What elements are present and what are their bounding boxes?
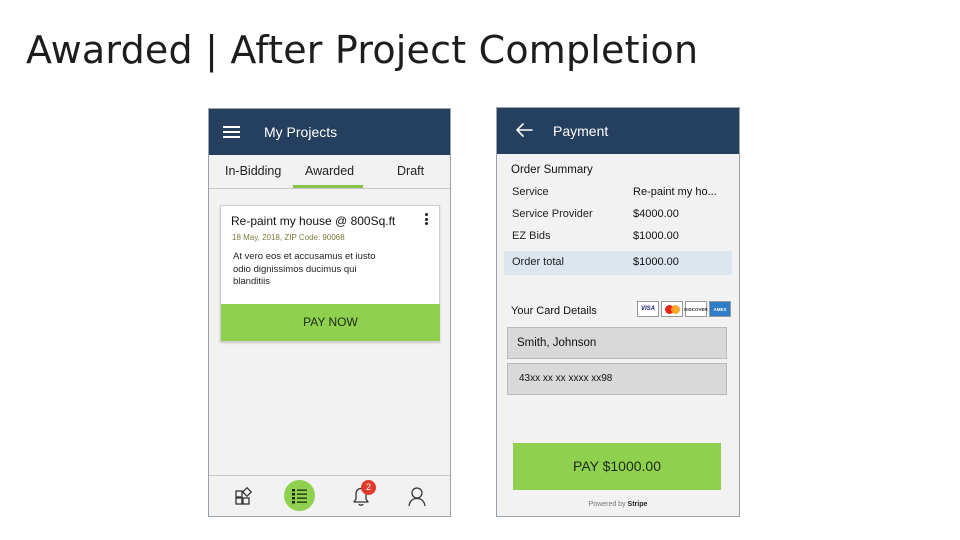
- slide-title: Awarded | After Project Completion: [26, 28, 699, 72]
- service-provider-value: $4000.00: [633, 208, 679, 220]
- card-logos: VISA DISCOVER AMEX: [637, 301, 731, 319]
- app-bar: Payment: [497, 108, 739, 154]
- hamburger-menu-icon[interactable]: [223, 126, 240, 138]
- project-tabs: In-Bidding Awarded Draft: [209, 155, 450, 189]
- amex-logo: AMEX: [709, 301, 731, 317]
- project-description: At vero eos et accusamus et iusto odio d…: [233, 251, 376, 287]
- discover-logo: DISCOVER: [684, 301, 708, 317]
- card-details-heading: Your Card Details: [511, 305, 597, 317]
- powered-by-label: Powered by: [588, 501, 626, 508]
- bottom-navigation: 2: [209, 475, 450, 516]
- mastercard-logo: [661, 301, 683, 317]
- tab-awarded[interactable]: Awarded: [305, 164, 354, 178]
- tab-draft[interactable]: Draft: [397, 164, 424, 178]
- visa-logo: VISA: [637, 301, 659, 317]
- pay-button[interactable]: PAY $1000.00: [513, 443, 721, 490]
- service-label: Service: [512, 186, 549, 198]
- bell-icon[interactable]: 2: [348, 480, 376, 509]
- project-meta: 18 May, 2018, ZIP Code: 90068: [232, 233, 345, 242]
- order-summary-heading: Order Summary: [511, 164, 593, 176]
- service-provider-label: Service Provider: [512, 208, 593, 220]
- ez-bids-value: $1000.00: [633, 230, 679, 242]
- back-arrow-icon[interactable]: [513, 120, 535, 140]
- ez-bids-label: EZ Bids: [512, 230, 551, 242]
- service-value: Re-paint my ho...: [633, 186, 717, 198]
- dashboard-icon[interactable]: [231, 483, 257, 509]
- app-bar-title: Payment: [553, 123, 609, 139]
- payment-screen: Payment Order Summary Service Re-paint m…: [496, 107, 740, 517]
- cardholder-name-field[interactable]: Smith, Johnson: [507, 327, 727, 359]
- list-icon[interactable]: [284, 480, 315, 511]
- user-icon[interactable]: [404, 483, 430, 509]
- my-projects-screen: My Projects In-Bidding Awarded Draft Re-…: [208, 108, 451, 517]
- powered-by-stripe: Powered by Stripe: [497, 501, 739, 508]
- order-total-value: $1000.00: [633, 256, 679, 268]
- app-bar-title: My Projects: [264, 124, 338, 140]
- more-vertical-icon[interactable]: [423, 213, 429, 227]
- order-total-label: Order total: [512, 256, 564, 268]
- project-card[interactable]: Re-paint my house @ 800Sq.ft 18 May, 201…: [220, 205, 440, 342]
- active-tab-indicator: [293, 185, 363, 188]
- card-number-field[interactable]: 43xx xx xx xxxx xx98: [507, 363, 727, 395]
- pay-now-button[interactable]: PAY NOW: [221, 304, 440, 341]
- stripe-brand: Stripe: [627, 501, 648, 508]
- order-total-row: Order total $1000.00: [504, 251, 732, 275]
- notification-badge: 2: [361, 480, 376, 495]
- tab-in-bidding[interactable]: In-Bidding: [225, 164, 281, 178]
- project-title: Re-paint my house @ 800Sq.ft: [231, 214, 396, 228]
- app-bar: My Projects: [209, 109, 450, 155]
